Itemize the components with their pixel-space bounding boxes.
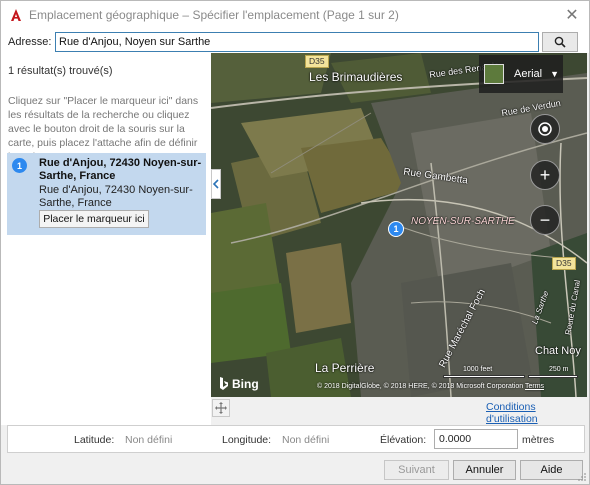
zoom-out-button[interactable]: − bbox=[530, 205, 560, 235]
longitude-value: Non défini bbox=[282, 434, 330, 446]
pan-button[interactable] bbox=[212, 399, 230, 417]
aerial-thumbnail-icon bbox=[484, 64, 504, 84]
zoom-in-button[interactable]: + bbox=[530, 160, 560, 190]
scale-bar-meters bbox=[528, 375, 578, 378]
address-label: Adresse: bbox=[8, 36, 52, 48]
help-button[interactable]: Aide bbox=[520, 460, 583, 480]
locate-icon bbox=[538, 122, 552, 136]
longitude-label: Longitude: bbox=[222, 434, 272, 446]
bing-icon bbox=[220, 377, 228, 390]
place-marker-button[interactable]: Placer le marqueur ici bbox=[39, 210, 149, 228]
title-bar: Emplacement géographique – Spécifier l'e… bbox=[1, 1, 589, 29]
collapse-panel-button[interactable] bbox=[211, 169, 221, 199]
window-title: Emplacement géographique – Spécifier l'e… bbox=[29, 8, 399, 22]
terms-link[interactable]: Terms bbox=[525, 383, 544, 390]
results-panel: 1 résultat(s) trouvé(s) Cliquez sur "Pla… bbox=[1, 53, 211, 425]
elevation-unit: mètres bbox=[522, 434, 555, 446]
close-icon[interactable]: ✕ bbox=[561, 4, 583, 26]
chevron-left-icon bbox=[213, 179, 219, 189]
locate-me-button[interactable] bbox=[530, 114, 560, 144]
elevation-label: Élévation: bbox=[380, 434, 427, 446]
move-icon bbox=[215, 402, 227, 414]
address-row: Adresse: bbox=[1, 29, 589, 53]
next-button[interactable]: Suivant bbox=[384, 460, 449, 480]
plus-icon: + bbox=[539, 164, 551, 185]
autocad-a-icon bbox=[8, 7, 24, 23]
road-badge-d35-right: D35 bbox=[552, 257, 576, 270]
search-icon bbox=[554, 36, 566, 48]
minus-icon: − bbox=[539, 209, 551, 230]
map-style-selector[interactable]: Aerial ▼ bbox=[479, 55, 563, 93]
address-input[interactable] bbox=[55, 32, 539, 52]
geolocation-dialog: Emplacement géographique – Spécifier l'e… bbox=[0, 0, 590, 485]
map-copyright: © 2018 DigitalGlobe, © 2018 HERE, © 2018… bbox=[317, 383, 545, 390]
bing-logo: Bing bbox=[219, 377, 259, 391]
terms-of-use-link[interactable]: Conditions d'utilisation bbox=[486, 401, 589, 425]
result-number-badge: 1 bbox=[12, 158, 27, 173]
results-count: 1 résultat(s) trouvé(s) bbox=[8, 65, 113, 77]
bing-label: Bing bbox=[232, 377, 259, 391]
latitude-label: Latitude: bbox=[74, 434, 115, 446]
map-style-label: Aerial bbox=[514, 68, 543, 80]
latitude-value: Non défini bbox=[125, 434, 173, 446]
scale-meters-label: 250 m bbox=[549, 366, 569, 373]
coordinates-bar: Latitude: Non défini Longitude: Non défi… bbox=[7, 425, 585, 453]
result-title: Rue d'Anjou, 72430 Noyen-sur-Sarthe, Fra… bbox=[39, 157, 202, 182]
result-address: Rue d'Anjou, 72430 Noyen-sur-Sarthe, Fra… bbox=[39, 184, 193, 209]
map-view[interactable]: D35 D35 Les Brimaudières Rue des Renards… bbox=[211, 53, 587, 397]
location-pin[interactable]: 1 bbox=[388, 221, 404, 237]
result-item[interactable]: 1 Rue d'Anjou, 72430 Noyen-sur-Sarthe, F… bbox=[7, 153, 206, 235]
caret-down-icon: ▼ bbox=[550, 69, 560, 79]
resize-grip-icon[interactable] bbox=[578, 473, 587, 482]
scale-bar-feet bbox=[443, 375, 525, 378]
map-label-noyen: NOYEN-SUR-SARTHE bbox=[411, 216, 515, 227]
cancel-button[interactable]: Annuler bbox=[453, 460, 516, 480]
map-label-brimaudieres: Les Brimaudières bbox=[309, 70, 403, 84]
search-button[interactable] bbox=[542, 32, 578, 52]
scale-feet-label: 1000 feet bbox=[463, 366, 493, 373]
map-label-la-perriere: La Perrière bbox=[315, 361, 375, 375]
road-badge-d35: D35 bbox=[305, 55, 329, 68]
elevation-input[interactable] bbox=[434, 429, 518, 449]
map-label-chat-noy: Chat Noy bbox=[535, 345, 581, 357]
